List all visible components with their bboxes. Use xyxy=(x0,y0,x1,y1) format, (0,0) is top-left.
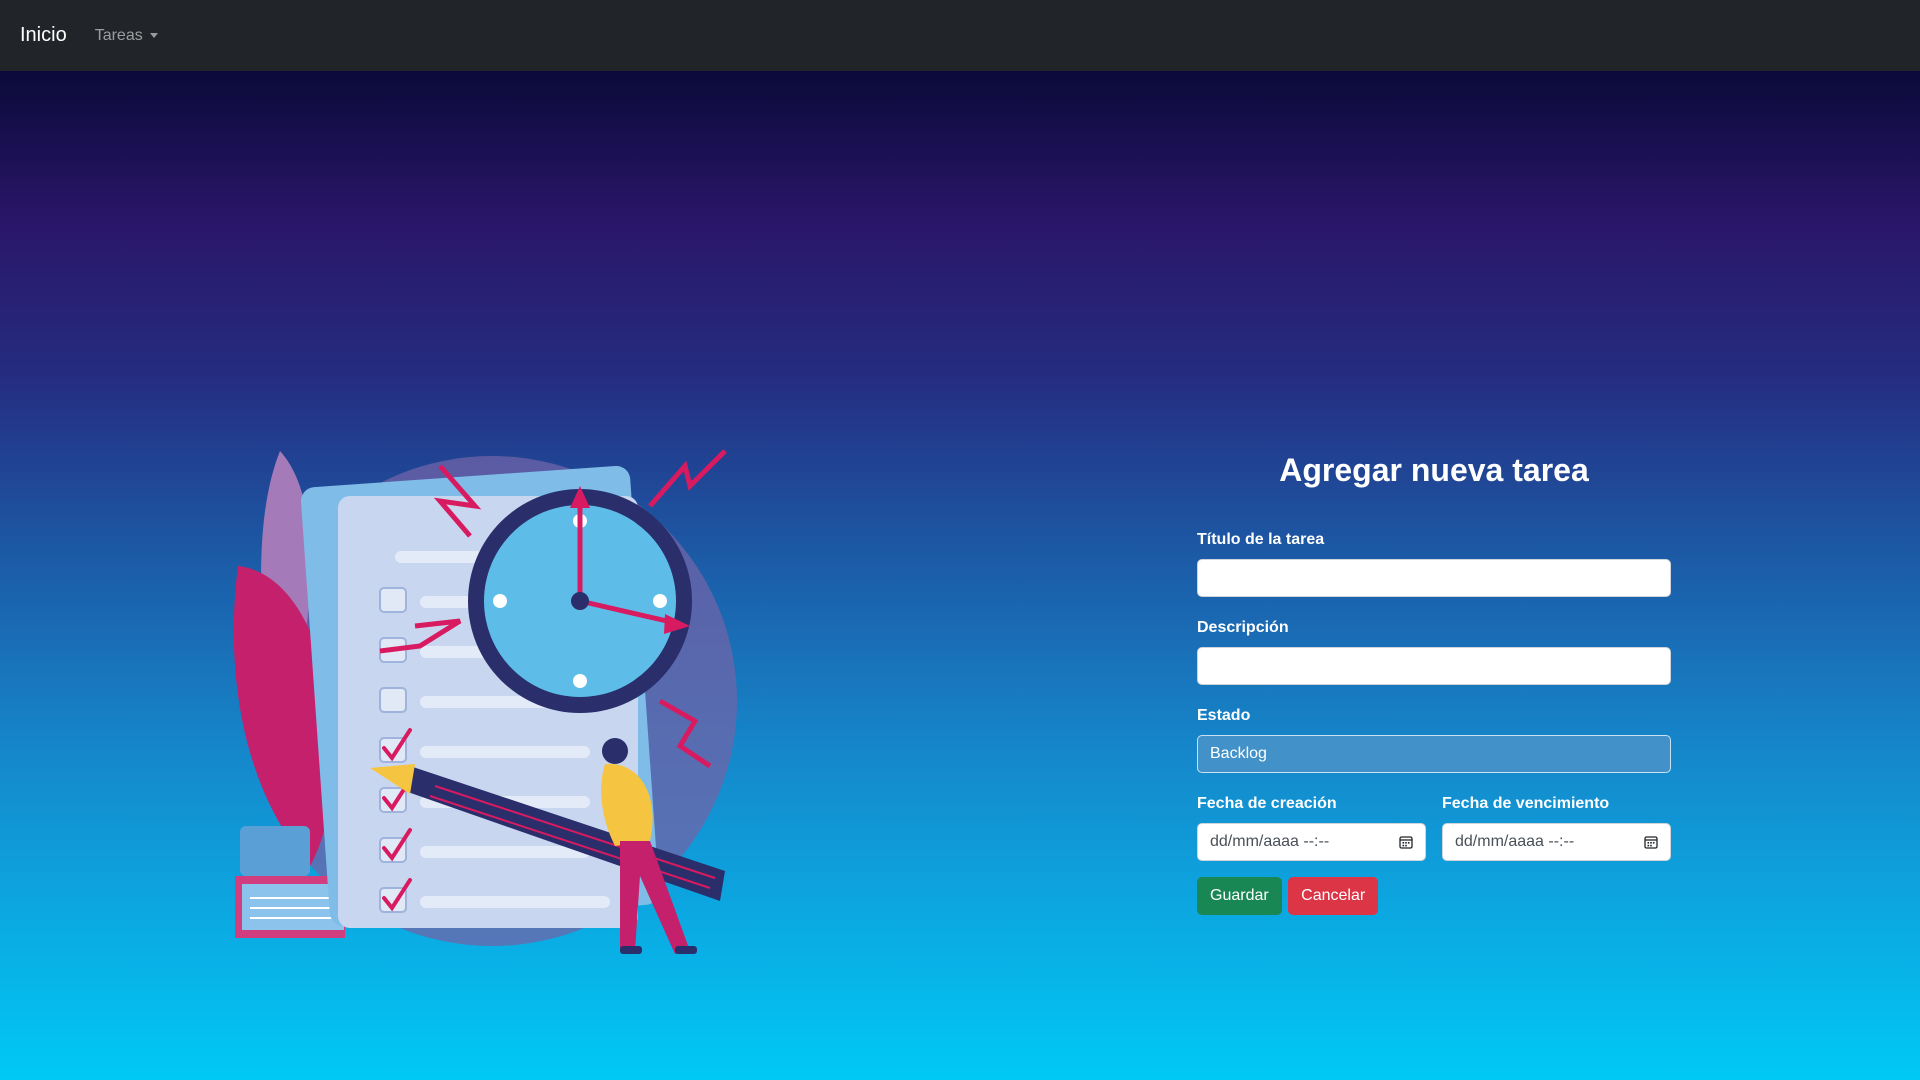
date-row: Fecha de creación dd/mm/aaaa --:-- Fecha… xyxy=(1197,795,1671,877)
calendar-icon[interactable] xyxy=(1644,835,1658,850)
task-title-input[interactable] xyxy=(1197,559,1671,598)
status-select[interactable]: Backlog xyxy=(1197,735,1671,774)
nav-dropdown-label: Tareas xyxy=(94,26,143,44)
created-date-input[interactable]: dd/mm/aaaa --:-- xyxy=(1197,823,1426,862)
due-date-placeholder: dd/mm/aaaa --:-- xyxy=(1455,833,1575,851)
calendar-icon[interactable] xyxy=(1399,835,1413,850)
new-task-form: Agregar nueva tarea Título de la tarea D… xyxy=(1197,451,1671,916)
main-content: Agregar nueva tarea Título de la tarea D… xyxy=(0,71,1920,1080)
nav-brand-inicio[interactable]: Inicio xyxy=(20,24,67,47)
top-navbar: Inicio Tareas xyxy=(0,0,1920,71)
status-selected-value: Backlog xyxy=(1210,745,1267,763)
nav-dropdown-tareas[interactable]: Tareas xyxy=(95,27,158,45)
cancel-button[interactable]: Cancelar xyxy=(1288,877,1379,916)
created-date-group: Fecha de creación dd/mm/aaaa --:-- xyxy=(1197,795,1426,877)
save-button[interactable]: Guardar xyxy=(1197,877,1282,916)
due-date-input[interactable]: dd/mm/aaaa --:-- xyxy=(1442,823,1671,862)
task-title-label: Título de la tarea xyxy=(1197,531,1325,549)
description-label: Descripción xyxy=(1197,619,1289,637)
task-checklist-illustration xyxy=(233,449,737,954)
description-input[interactable] xyxy=(1197,647,1671,686)
status-label: Estado xyxy=(1197,707,1251,725)
form-actions: Guardar Cancelar xyxy=(1197,877,1671,916)
caret-down-icon xyxy=(149,33,158,38)
due-date-label: Fecha de vencimiento xyxy=(1442,795,1610,813)
form-title: Agregar nueva tarea xyxy=(1279,452,1589,488)
created-date-placeholder: dd/mm/aaaa --:-- xyxy=(1210,833,1330,851)
due-date-group: Fecha de vencimiento dd/mm/aaaa --:-- xyxy=(1442,795,1671,877)
created-date-label: Fecha de creación xyxy=(1197,795,1337,813)
